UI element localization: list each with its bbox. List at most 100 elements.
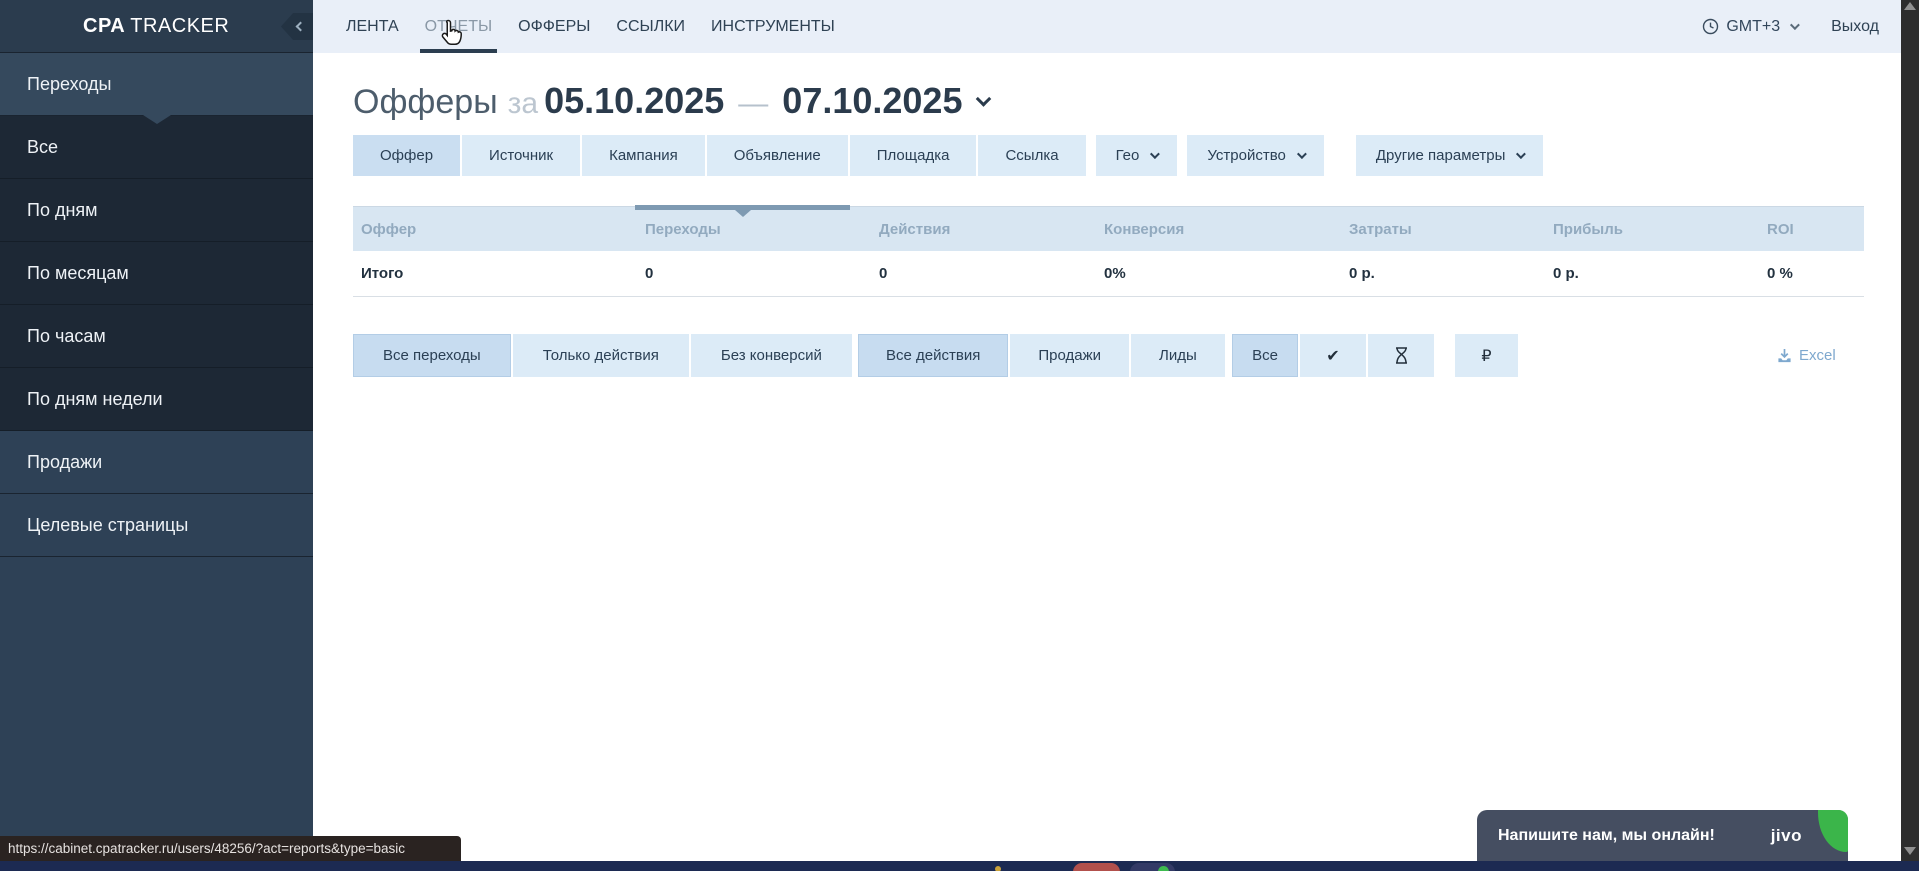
filter-bez-konversiy[interactable]: Без конверсий bbox=[691, 334, 852, 377]
dropdown-drugie-parametry[interactable]: Другие параметры bbox=[1356, 135, 1544, 176]
filter-vse-deystviya[interactable]: Все действия bbox=[858, 334, 1008, 377]
column-header-zatraty[interactable]: Затраты bbox=[1341, 221, 1545, 238]
sidebar-item-label: Продажи bbox=[27, 452, 102, 473]
action-filter-group: Все действия Продажи Лиды bbox=[858, 334, 1225, 377]
sidebar-item-perehody[interactable]: Переходы bbox=[0, 53, 313, 116]
green-status-dot bbox=[1158, 866, 1169, 871]
dropdown-label: Устройство bbox=[1207, 147, 1285, 164]
top-navigation: ЛЕНТА ОТЧЕТЫ ОФФЕРЫ ССЫЛКИ ИНСТРУМЕНТЫ bbox=[346, 0, 835, 53]
jivo-logo: jivo bbox=[1771, 826, 1802, 846]
date-to[interactable]: 07.10.2025 bbox=[782, 80, 962, 121]
bottom-toolbar-strip bbox=[0, 861, 1919, 871]
logout-link[interactable]: Выход bbox=[1831, 18, 1879, 36]
sidebar-item-po-chasam[interactable]: По часам bbox=[0, 305, 313, 368]
total-zatraty: 0 р. bbox=[1341, 265, 1545, 282]
chevron-down-icon bbox=[1516, 149, 1526, 159]
dropdown-geo[interactable]: Гео bbox=[1096, 135, 1178, 176]
chevron-down-icon bbox=[1150, 149, 1160, 159]
scrollbar-up-arrow[interactable] bbox=[1904, 2, 1916, 10]
topbar: ЛЕНТА ОТЧЕТЫ ОФФЕРЫ ССЫЛКИ ИНСТРУМЕНТЫ G… bbox=[313, 0, 1901, 53]
page-scrollbar[interactable] bbox=[1901, 0, 1919, 861]
dimension-tabs-row: Оффер Источник Кампания Объявление Площа… bbox=[353, 135, 1543, 176]
sidebar-item-label: По месяцам bbox=[27, 263, 129, 284]
timezone-label: GMT+3 bbox=[1726, 18, 1780, 36]
timezone-selector[interactable]: GMT+3 bbox=[1702, 18, 1797, 36]
filters-row: Все переходы Только действия Без конверс… bbox=[353, 334, 1864, 377]
ruble-icon: ₽ bbox=[1481, 346, 1491, 365]
statusbar-url-tooltip: https://cabinet.cpatracker.ru/users/4825… bbox=[0, 836, 461, 861]
check-icon: ✔ bbox=[1326, 346, 1339, 365]
chevron-down-icon bbox=[1790, 20, 1800, 30]
total-konversiya: 0% bbox=[1096, 265, 1341, 282]
total-deystviya: 0 bbox=[871, 265, 1096, 282]
tab-offer[interactable]: Оффер bbox=[353, 135, 460, 176]
sidebar-item-label: Целевые страницы bbox=[27, 515, 188, 536]
filter-status-pending[interactable] bbox=[1368, 334, 1434, 377]
filter-status-vse[interactable]: Все bbox=[1232, 334, 1298, 377]
sidebar-item-label: По дням недели bbox=[27, 389, 163, 410]
date-from[interactable]: 05.10.2025 bbox=[544, 80, 724, 121]
tab-ploshchadka[interactable]: Площадка bbox=[850, 135, 977, 176]
export-excel-link[interactable]: Excel bbox=[1777, 334, 1836, 377]
report-title: Офферыза05.10.2025—07.10.2025 bbox=[353, 80, 989, 122]
total-perehody: 0 bbox=[637, 265, 871, 282]
toolbar-dark-button[interactable] bbox=[1130, 863, 1175, 871]
scrollbar-down-arrow[interactable] bbox=[1904, 847, 1916, 855]
tab-kampaniya[interactable]: Кампания bbox=[582, 135, 705, 176]
filter-status-approved[interactable]: ✔ bbox=[1300, 334, 1366, 377]
report-entity: Офферы bbox=[353, 83, 498, 121]
sidebar-item-celevye-stranicy[interactable]: Целевые страницы bbox=[0, 494, 313, 557]
column-header-roi[interactable]: ROI bbox=[1759, 221, 1864, 238]
status-filter-group: Все ✔ bbox=[1232, 334, 1434, 377]
filter-currency-ruble[interactable]: ₽ bbox=[1455, 334, 1518, 377]
sidebar-item-label: По часам bbox=[27, 326, 106, 347]
tab-istochnik[interactable]: Источник bbox=[462, 135, 580, 176]
filter-tolko-deystviya[interactable]: Только действия bbox=[513, 334, 689, 377]
sidebar-collapse-button[interactable] bbox=[281, 13, 313, 40]
sidebar-item-vse[interactable]: Все bbox=[0, 116, 313, 179]
nav-instrumenty[interactable]: ИНСТРУМЕНТЫ bbox=[711, 0, 835, 53]
nav-offery[interactable]: ОФФЕРЫ bbox=[518, 0, 590, 53]
download-icon bbox=[1777, 348, 1792, 364]
sidebar-item-label: По дням bbox=[27, 200, 98, 221]
sidebar-item-po-dnyam[interactable]: По дням bbox=[0, 179, 313, 242]
sidebar-item-po-dnyam-nedeli[interactable]: По дням недели bbox=[0, 368, 313, 431]
report-table: Оффер Переходы Действия Конверсия Затрат… bbox=[353, 206, 1864, 297]
column-header-perehody[interactable]: Переходы bbox=[637, 221, 871, 238]
table-header-row: Оффер Переходы Действия Конверсия Затрат… bbox=[353, 206, 1864, 251]
column-header-pribyl[interactable]: Прибыль bbox=[1545, 221, 1759, 238]
chat-widget[interactable]: Напишите нам, мы онлайн! jivo bbox=[1477, 810, 1848, 861]
date-range-chevron-icon[interactable] bbox=[976, 91, 992, 107]
filter-prodazhi[interactable]: Продажи bbox=[1010, 334, 1129, 377]
hourglass-icon bbox=[1393, 346, 1410, 365]
sort-indicator[interactable] bbox=[635, 205, 850, 210]
nav-lenta[interactable]: ЛЕНТА bbox=[346, 0, 399, 53]
sidebar-item-po-mesyacam[interactable]: По месяцам bbox=[0, 242, 313, 305]
tab-ssylka[interactable]: Ссылка bbox=[978, 135, 1085, 176]
column-header-offer[interactable]: Оффер bbox=[353, 221, 637, 238]
column-header-konversiya[interactable]: Конверсия bbox=[1096, 221, 1341, 238]
toolbar-dot bbox=[995, 866, 1001, 871]
date-separator: — bbox=[738, 87, 768, 120]
topbar-right: GMT+3 Выход bbox=[1702, 0, 1879, 53]
dropdown-ustroystvo[interactable]: Устройство bbox=[1187, 135, 1323, 176]
filter-lidy[interactable]: Лиды bbox=[1131, 334, 1225, 377]
nav-otchety[interactable]: ОТЧЕТЫ bbox=[425, 0, 493, 53]
column-header-deystviya[interactable]: Действия bbox=[871, 221, 1096, 238]
clock-icon bbox=[1702, 18, 1719, 35]
tab-obyavlenie[interactable]: Объявление bbox=[707, 135, 848, 176]
filter-vse-perehody[interactable]: Все переходы bbox=[353, 334, 511, 377]
sidebar-item-label: Переходы bbox=[27, 74, 111, 95]
jivo-leaf-icon bbox=[1818, 810, 1848, 852]
dropdown-label: Другие параметры bbox=[1376, 147, 1506, 164]
chat-message: Напишите нам, мы онлайн! bbox=[1498, 827, 1771, 845]
brand-rest: TRACKER bbox=[130, 15, 229, 37]
total-pribyl: 0 р. bbox=[1545, 265, 1759, 282]
cpa-tracker-app: CPATRACKER Переходы Все По дням По месяц… bbox=[0, 0, 1919, 871]
table-total-row: Итого 0 0 0% 0 р. 0 р. 0 % bbox=[353, 251, 1864, 297]
brand-bold: CPA bbox=[83, 15, 125, 37]
toolbar-red-button[interactable] bbox=[1073, 863, 1120, 871]
nav-ssylki[interactable]: ССЫЛКИ bbox=[616, 0, 685, 53]
sidebar-item-label: Все bbox=[27, 137, 58, 158]
sidebar-item-prodazhi[interactable]: Продажи bbox=[0, 431, 313, 494]
